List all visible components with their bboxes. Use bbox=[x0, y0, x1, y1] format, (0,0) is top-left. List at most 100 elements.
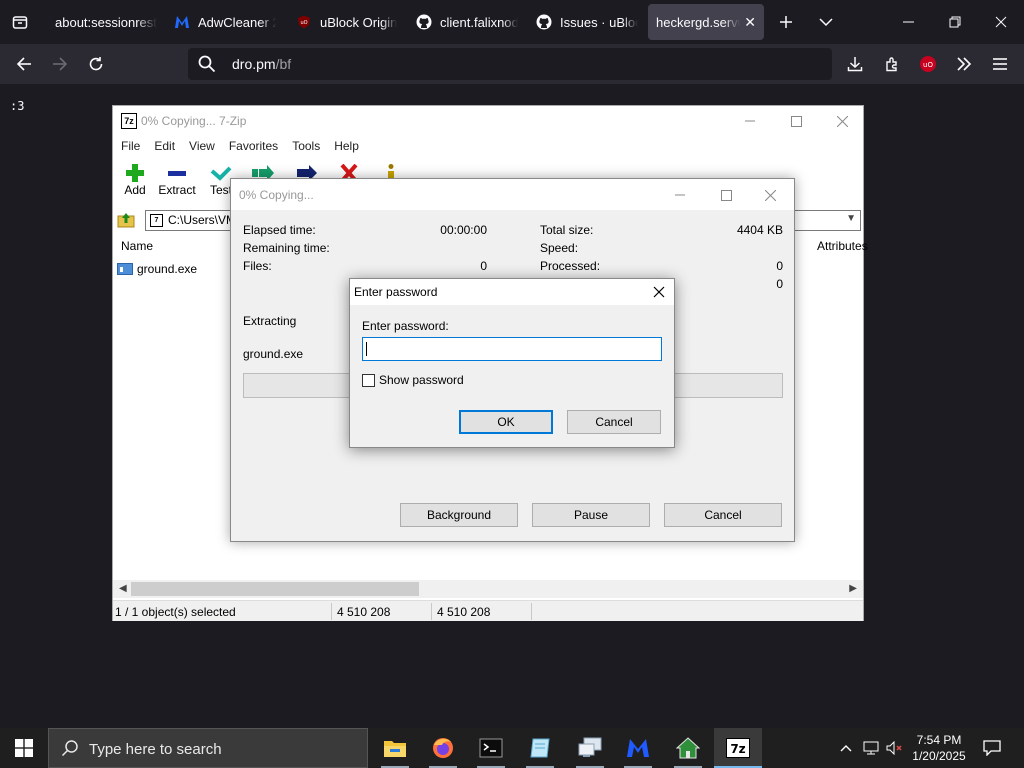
list-item[interactable]: ground.exe bbox=[117, 260, 197, 278]
pause-label: Pause bbox=[573, 508, 609, 522]
background-button[interactable]: Background bbox=[400, 503, 518, 527]
url-path: /bf bbox=[275, 56, 292, 72]
overflow-menu-icon[interactable] bbox=[952, 52, 976, 76]
7zip-icon[interactable]: 7z bbox=[714, 728, 762, 768]
pause-button[interactable]: Pause bbox=[532, 503, 650, 527]
folder-up-icon[interactable] bbox=[117, 211, 135, 229]
dialog-title: 0% Copying... bbox=[239, 188, 314, 202]
list-all-tabs-icon[interactable] bbox=[814, 10, 838, 34]
show-password-label: Show password bbox=[379, 373, 464, 387]
reload-icon[interactable] bbox=[84, 52, 108, 76]
cancel-button[interactable]: Cancel bbox=[664, 503, 782, 527]
status-divider bbox=[331, 603, 332, 620]
maximize-icon[interactable] bbox=[703, 183, 749, 207]
home-icon[interactable] bbox=[664, 728, 712, 768]
taskbar-search[interactable]: Type here to search bbox=[48, 728, 368, 768]
scroll-right-icon[interactable]: ▶ bbox=[849, 583, 857, 594]
url-bar[interactable]: dro.pm/bf bbox=[188, 48, 832, 80]
current-path: C:\Users\VM bbox=[168, 213, 237, 227]
firefox-icon[interactable] bbox=[419, 728, 467, 768]
7zip-titlebar: 7z 0% Copying... 7-Zip bbox=[113, 106, 863, 136]
show-password-checkbox[interactable]: Show password bbox=[362, 373, 464, 387]
text-caret bbox=[366, 342, 367, 356]
extract-button[interactable]: Extract bbox=[155, 158, 199, 204]
hamburger-menu-icon[interactable] bbox=[988, 52, 1012, 76]
tab-ublock[interactable]: uO uBlock Origin bbox=[288, 4, 406, 40]
elapsed-time-value: 00:00:00 bbox=[440, 223, 487, 237]
tab-label: AdwCleaner 2025 bbox=[198, 14, 276, 30]
scroll-left-icon[interactable]: ◀ bbox=[119, 583, 127, 594]
files-label: Files: bbox=[243, 259, 272, 273]
minimize-icon[interactable] bbox=[886, 0, 932, 44]
dialog-titlebar: Enter password bbox=[350, 279, 674, 305]
malwarebytes-icon[interactable] bbox=[614, 728, 662, 768]
maximize-icon[interactable] bbox=[773, 109, 819, 133]
github-icon bbox=[536, 14, 552, 30]
tab-heckergd[interactable]: heckergd.serv00 ✕ bbox=[648, 4, 764, 40]
processed-value: 0 bbox=[776, 259, 783, 273]
tab-session-restore[interactable]: about:sessionrestore bbox=[47, 4, 165, 40]
selected-size: 4 510 208 bbox=[337, 605, 391, 619]
tab-ublock-issues[interactable]: Issues · uBlock bbox=[528, 4, 646, 40]
compressed-value: 0 bbox=[776, 277, 783, 291]
column-header-attributes[interactable]: Attributes bbox=[809, 234, 869, 256]
back-icon[interactable] bbox=[12, 52, 36, 76]
add-button[interactable]: Add bbox=[113, 158, 157, 204]
minus-icon bbox=[168, 171, 186, 176]
close-icon[interactable] bbox=[819, 109, 865, 133]
search-icon bbox=[198, 55, 216, 76]
volume-muted-icon[interactable] bbox=[884, 728, 906, 768]
chevron-down-icon[interactable]: ▼ bbox=[846, 213, 856, 224]
malwarebytes-icon bbox=[174, 14, 190, 30]
svg-text:uO: uO bbox=[923, 61, 933, 69]
windows-start-icon[interactable] bbox=[0, 728, 48, 768]
scrollbar-thumb[interactable] bbox=[131, 582, 419, 596]
menu-view[interactable]: View bbox=[181, 136, 221, 156]
close-tab-icon[interactable]: ✕ bbox=[744, 14, 756, 31]
restore-icon[interactable] bbox=[932, 0, 978, 44]
notification-center-icon[interactable] bbox=[978, 728, 1006, 768]
tab-falixnodes[interactable]: client.falixnodes bbox=[408, 4, 526, 40]
minimize-icon[interactable] bbox=[727, 109, 773, 133]
network-icon[interactable] bbox=[860, 728, 882, 768]
exe-file-icon bbox=[117, 263, 133, 275]
file-name: ground.exe bbox=[137, 262, 198, 276]
file-explorer-icon[interactable] bbox=[371, 728, 419, 768]
ublock-origin-icon[interactable]: uO bbox=[916, 52, 940, 76]
downloads-icon[interactable] bbox=[843, 52, 867, 76]
horizontal-scrollbar[interactable]: ◀ ▶ bbox=[113, 580, 863, 598]
close-icon[interactable] bbox=[644, 279, 674, 305]
password-input[interactable] bbox=[362, 337, 662, 361]
new-tab-icon[interactable] bbox=[774, 10, 798, 34]
menu-bar: File Edit View Favorites Tools Help bbox=[113, 136, 365, 156]
dialog-title: Enter password bbox=[354, 285, 438, 299]
show-hidden-icons-chevron-icon[interactable] bbox=[836, 728, 856, 768]
close-icon[interactable] bbox=[747, 183, 793, 207]
cancel-button[interactable]: Cancel bbox=[567, 410, 661, 434]
tab-adwcleaner[interactable]: AdwCleaner 2025 bbox=[166, 4, 284, 40]
speed-label: Speed: bbox=[540, 241, 579, 255]
menu-edit[interactable]: Edit bbox=[146, 136, 181, 156]
forward-icon[interactable] bbox=[48, 52, 72, 76]
menu-favorites[interactable]: Favorites bbox=[221, 136, 284, 156]
ok-button[interactable]: OK bbox=[459, 410, 553, 434]
remote-desktop-icon[interactable] bbox=[566, 728, 614, 768]
terminal-icon[interactable] bbox=[467, 728, 515, 768]
notepad-icon[interactable] bbox=[516, 728, 564, 768]
menu-tools[interactable]: Tools bbox=[284, 136, 326, 156]
browser-tab-bar: about:sessionrestore AdwCleaner 2025 uO … bbox=[0, 0, 1024, 44]
checkbox-box[interactable] bbox=[362, 373, 375, 387]
processed-label: Processed: bbox=[540, 259, 601, 273]
close-window-icon[interactable] bbox=[978, 0, 1024, 44]
column-header-name[interactable]: Name bbox=[113, 234, 223, 256]
menu-file[interactable]: File bbox=[113, 136, 146, 156]
extract-label: Extract bbox=[158, 183, 196, 197]
dialog-titlebar: 0% Copying... bbox=[231, 179, 794, 210]
tab-manager-icon[interactable] bbox=[8, 10, 32, 34]
operation-label: Extracting bbox=[243, 314, 297, 328]
github-icon bbox=[416, 14, 432, 30]
system-clock[interactable]: 7:54 PM 1/20/2025 bbox=[906, 732, 972, 764]
menu-help[interactable]: Help bbox=[326, 136, 365, 156]
extensions-icon[interactable] bbox=[880, 52, 904, 76]
minimize-icon[interactable] bbox=[657, 183, 703, 207]
